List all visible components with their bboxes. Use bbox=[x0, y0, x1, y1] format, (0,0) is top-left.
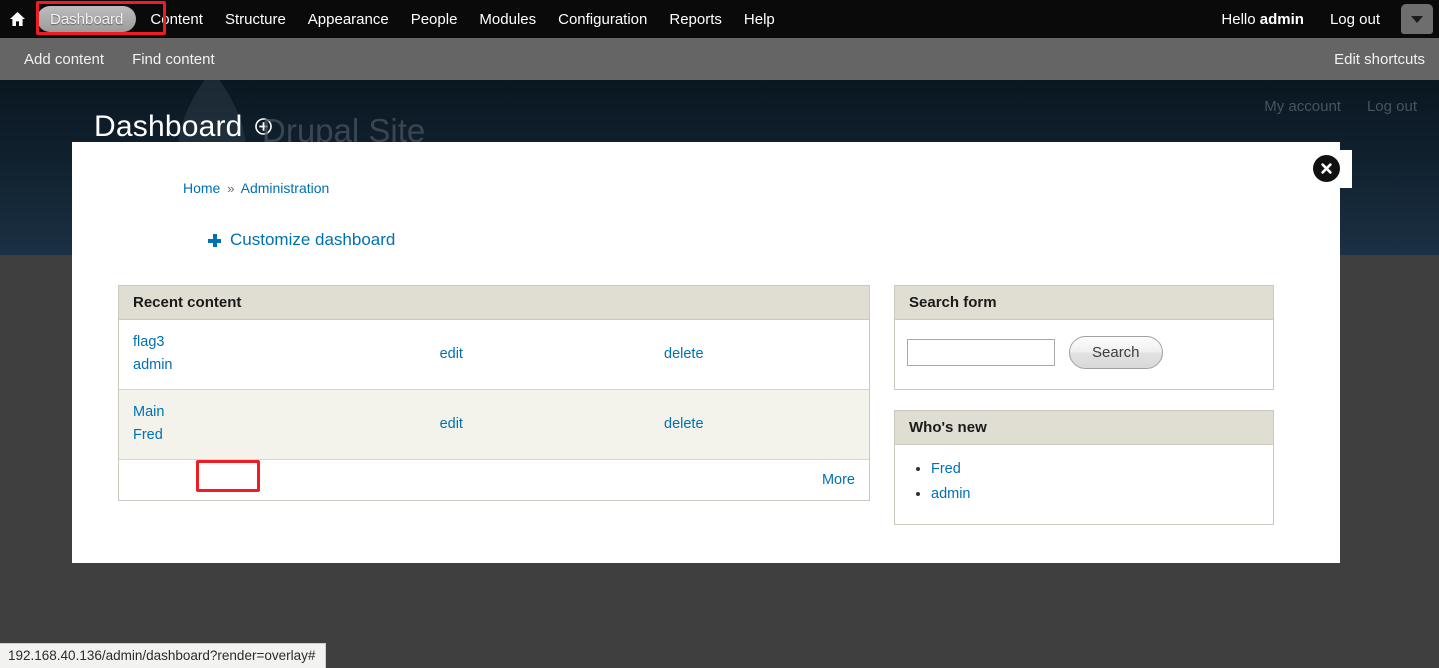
block-title-search-form: Search form bbox=[895, 286, 1273, 320]
my-account-link[interactable]: My account bbox=[1264, 98, 1341, 115]
greeting-prefix: Hello bbox=[1221, 10, 1260, 28]
breadcrumb-separator: » bbox=[227, 181, 235, 196]
dashboard-column-right: Search form Search Who's new Fred admin bbox=[894, 285, 1274, 545]
admin-overlay-panel: Home » Administration Customize dashboar… bbox=[72, 142, 1352, 563]
breadcrumb-item-administration[interactable]: Administration bbox=[241, 180, 330, 196]
block-body-whos-new: Fred admin bbox=[895, 445, 1273, 524]
customize-dashboard-label: Customize dashboard bbox=[230, 230, 396, 249]
node-title-link[interactable]: flag3 bbox=[133, 334, 164, 350]
table-row: flag3 admin edit delete bbox=[119, 320, 869, 390]
recent-content-cell-title: Main Fred bbox=[119, 389, 426, 460]
shortcut-add-content[interactable]: Add content bbox=[10, 51, 118, 68]
edit-shortcuts-link[interactable]: Edit shortcuts bbox=[1334, 51, 1425, 68]
recent-content-more-cell: More bbox=[119, 459, 869, 500]
user-link-admin[interactable]: admin bbox=[931, 486, 971, 502]
toolbar-item-modules[interactable]: Modules bbox=[468, 0, 547, 38]
user-link-fred[interactable]: Fred bbox=[931, 461, 961, 477]
node-author-link[interactable]: admin bbox=[133, 357, 173, 373]
node-edit-link[interactable]: edit bbox=[440, 416, 463, 432]
admin-toolbar: Dashboard Content Structure Appearance P… bbox=[0, 0, 1439, 38]
shortcut-find-content[interactable]: Find content bbox=[118, 51, 229, 68]
recent-content-cell-delete: delete bbox=[650, 320, 869, 390]
node-author-line: admin bbox=[133, 354, 412, 377]
breadcrumb-item-home[interactable]: Home bbox=[183, 180, 220, 196]
close-icon[interactable] bbox=[1313, 155, 1340, 182]
shortcut-bar: Add content Find content Edit shortcuts bbox=[0, 38, 1439, 80]
block-search-form: Search form Search bbox=[894, 285, 1274, 390]
breadcrumb: Home » Administration bbox=[183, 180, 329, 196]
toolbar-item-content[interactable]: Content bbox=[139, 0, 214, 38]
block-title-recent-content: Recent content bbox=[119, 286, 869, 320]
search-input[interactable] bbox=[907, 339, 1055, 366]
node-title-line: Main bbox=[133, 401, 412, 424]
site-user-links: My account Log out bbox=[1264, 98, 1417, 115]
greeting-username: admin bbox=[1259, 10, 1304, 28]
block-body-search-form: Search bbox=[895, 320, 1273, 389]
toolbar-logout-link[interactable]: Log out bbox=[1317, 11, 1393, 28]
home-icon[interactable] bbox=[0, 0, 34, 38]
toolbar-menu: Dashboard Content Structure Appearance P… bbox=[34, 0, 786, 38]
block-title-whos-new: Who's new bbox=[895, 411, 1273, 445]
whos-new-list: Fred admin bbox=[909, 457, 1259, 508]
node-edit-link[interactable]: edit bbox=[440, 346, 463, 362]
toolbar-greeting: Hello admin bbox=[1208, 11, 1317, 28]
toolbar-item-configuration[interactable]: Configuration bbox=[547, 0, 658, 38]
toolbar-drawer-toggle[interactable] bbox=[1401, 4, 1433, 34]
customize-dashboard-link[interactable]: Customize dashboard bbox=[208, 230, 395, 250]
table-footer-row: More bbox=[119, 459, 869, 500]
table-row: Main Fred edit delete bbox=[119, 389, 869, 460]
recent-content-table: flag3 admin edit delete Main Fred edit d… bbox=[119, 320, 869, 500]
node-delete-link[interactable]: delete bbox=[664, 346, 704, 362]
recent-content-cell-delete: delete bbox=[650, 389, 869, 460]
chevron-down-icon bbox=[1411, 15, 1423, 23]
block-body-recent-content: flag3 admin edit delete Main Fred edit d… bbox=[119, 320, 869, 500]
plus-icon bbox=[208, 233, 221, 247]
overlay-close-wrapper bbox=[1306, 150, 1352, 188]
node-author-line: Fred bbox=[133, 424, 412, 447]
node-title-line: flag3 bbox=[133, 331, 412, 354]
toolbar-item-structure[interactable]: Structure bbox=[214, 0, 297, 38]
block-whos-new: Who's new Fred admin bbox=[894, 410, 1274, 525]
site-logout-link[interactable]: Log out bbox=[1367, 98, 1417, 115]
recent-content-cell-edit: edit bbox=[425, 389, 650, 460]
list-item: Fred bbox=[931, 457, 1259, 482]
dashboard-columns: Recent content flag3 admin edit delete M… bbox=[118, 285, 1298, 545]
dashboard-column-left: Recent content flag3 admin edit delete M… bbox=[118, 285, 870, 521]
block-recent-content: Recent content flag3 admin edit delete M… bbox=[118, 285, 870, 501]
toolbar-item-dashboard[interactable]: Dashboard bbox=[37, 6, 137, 32]
search-button[interactable]: Search bbox=[1069, 336, 1163, 369]
recent-content-cell-title: flag3 admin bbox=[119, 320, 426, 390]
recent-content-cell-edit: edit bbox=[425, 320, 650, 390]
browser-status-bar: 192.168.40.136/admin/dashboard?render=ov… bbox=[0, 643, 327, 668]
page-title: Dashboard bbox=[94, 110, 243, 143]
list-item: admin bbox=[931, 482, 1259, 507]
toolbar-user-area: Hello admin Log out bbox=[1208, 0, 1439, 38]
more-link[interactable]: More bbox=[822, 472, 855, 488]
page-heading: Dashboard bbox=[94, 110, 272, 144]
toolbar-item-reports[interactable]: Reports bbox=[658, 0, 733, 38]
node-author-link[interactable]: Fred bbox=[133, 427, 163, 443]
node-delete-link[interactable]: delete bbox=[664, 416, 704, 432]
toolbar-item-help[interactable]: Help bbox=[733, 0, 786, 38]
toolbar-item-appearance[interactable]: Appearance bbox=[297, 0, 400, 38]
node-title-link[interactable]: Main bbox=[133, 404, 164, 420]
toolbar-item-people[interactable]: People bbox=[400, 0, 469, 38]
